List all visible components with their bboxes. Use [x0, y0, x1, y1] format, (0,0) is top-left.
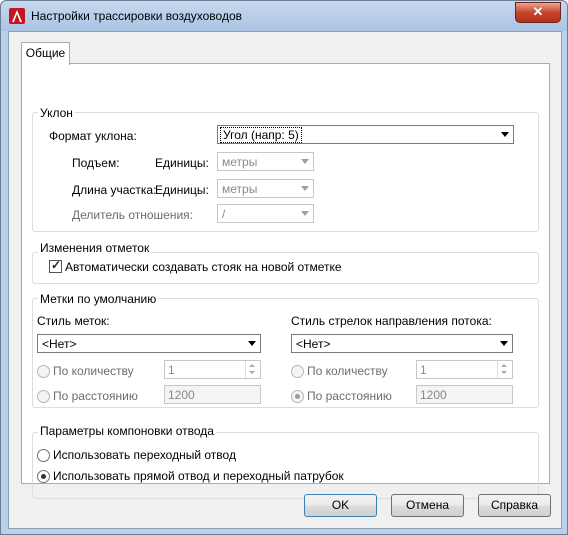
ratio-divisor-label: Делитель отношения: [72, 208, 194, 222]
chevron-down-icon[interactable] [301, 186, 309, 191]
spinner-buttons[interactable] [245, 361, 260, 378]
transition-elbow-radio[interactable] [37, 449, 50, 462]
rise-label: Подъем: [72, 156, 120, 170]
cancel-button[interactable]: Отмена [391, 494, 464, 517]
label-style-label: Стиль меток: [37, 314, 110, 328]
flow-arrow-style-select[interactable]: <Нет> [291, 334, 513, 353]
ratio-divisor-select[interactable]: / [217, 204, 314, 223]
transition-elbow-label[interactable]: Использовать переходный отвод [53, 448, 236, 462]
arrow-quantity-stepper[interactable]: 1 [416, 360, 513, 379]
chevron-down-icon[interactable] [500, 341, 508, 346]
spinner-buttons[interactable] [497, 361, 512, 378]
flow-arrow-style-label: Стиль стрелок направления потока: [291, 314, 492, 328]
elevation-group-label: Изменения отметок [38, 241, 152, 255]
run-units-select[interactable]: метры [217, 179, 314, 198]
label-by-quantity-label: По количеству [53, 364, 134, 378]
label-by-quantity-radio[interactable] [37, 365, 50, 378]
chevron-down-icon[interactable] [248, 341, 256, 346]
run-length-label: Длина участка: [72, 183, 157, 197]
window-title: Настройки трассировки воздуховодов [31, 9, 242, 23]
checkmark-icon: ✓ [51, 258, 62, 272]
arrow-by-distance-radio[interactable] [291, 390, 304, 403]
help-button[interactable]: Справка [478, 494, 551, 517]
arrow-distance-field[interactable]: 1200 [416, 385, 513, 404]
run-units-label: Единицы: [155, 183, 209, 197]
arrow-by-distance-label: По расстоянию [307, 389, 392, 403]
arrow-by-quantity-radio[interactable] [291, 365, 304, 378]
label-by-distance-label: По расстоянию [53, 389, 138, 403]
label-style-select[interactable]: <Нет> [37, 334, 261, 353]
radio-selected-dot [41, 474, 46, 479]
chevron-down-icon[interactable] [301, 159, 309, 164]
title-bar[interactable]: Настройки трассировки воздуховодов ✕ [1, 1, 567, 31]
tab-page-general: Уклон Формат уклона: Угол (напр: 5) Подъ… [21, 63, 550, 499]
dialog-client-area: Общие Уклон Формат уклона: Угол (напр: 5… [8, 31, 562, 529]
elbow-layout-group [32, 432, 539, 499]
spin-down-icon[interactable] [501, 371, 507, 374]
arrow-by-quantity-label: По количеству [307, 364, 388, 378]
slope-format-select[interactable]: Угол (напр: 5) [217, 125, 514, 144]
close-button[interactable]: ✕ [515, 2, 561, 23]
radio-selected-dot [295, 394, 300, 399]
elbow-layout-group-label: Параметры компоновки отвода [38, 424, 216, 438]
labels-group-label: Метки по умолчанию [38, 292, 159, 306]
label-quantity-stepper[interactable]: 1 [164, 360, 261, 379]
auto-riser-label[interactable]: Автоматически создавать стояк на новой о… [65, 260, 342, 274]
straight-elbow-radio[interactable] [37, 470, 50, 483]
rise-units-label: Единицы: [155, 156, 209, 170]
chevron-down-icon[interactable] [501, 132, 509, 137]
autocad-app-icon [9, 8, 25, 24]
label-by-distance-radio[interactable] [37, 390, 50, 403]
chevron-down-icon[interactable] [301, 211, 309, 216]
dialog-window: Настройки трассировки воздуховодов ✕ Общ… [0, 0, 568, 535]
tab-general[interactable]: Общие [21, 42, 70, 65]
slope-format-label: Формат уклона: [49, 129, 137, 143]
rise-units-select[interactable]: метры [217, 152, 314, 171]
label-distance-field[interactable]: 1200 [164, 385, 261, 404]
ok-button[interactable]: OK [304, 494, 377, 517]
auto-riser-checkbox[interactable]: ✓ [49, 258, 62, 273]
spin-up-icon[interactable] [501, 364, 507, 367]
spin-down-icon[interactable] [249, 371, 255, 374]
spin-up-icon[interactable] [249, 364, 255, 367]
straight-elbow-label[interactable]: Использовать прямой отвод и переходный п… [53, 469, 344, 483]
slope-group-label: Уклон [38, 106, 75, 120]
